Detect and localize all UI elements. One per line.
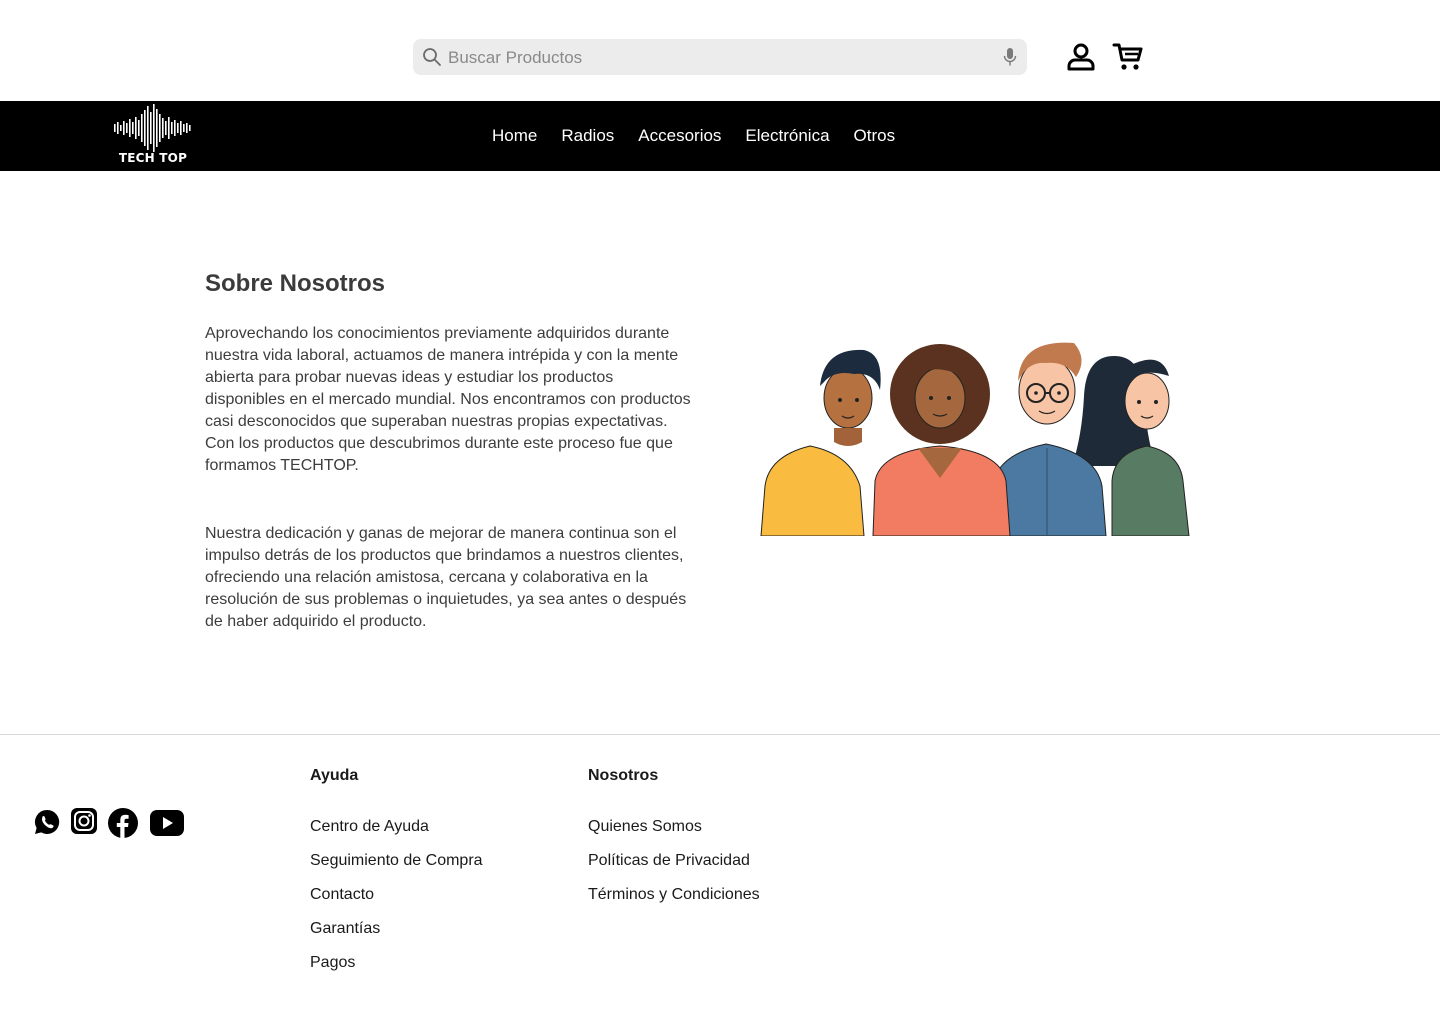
- about-paragraph-2: Nuestra dedicación y ganas de mejorar de…: [205, 525, 687, 630]
- footer-link-garantias[interactable]: Garantías: [310, 920, 380, 938]
- search-icon: [423, 48, 441, 66]
- user-icon[interactable]: [1066, 42, 1096, 72]
- footer-help-title: Ayuda: [310, 767, 359, 784]
- youtube-icon[interactable]: [150, 808, 184, 838]
- footer-about-title: Nosotros: [588, 767, 659, 784]
- cart-icon[interactable]: [1112, 42, 1144, 72]
- whatsapp-icon[interactable]: [33, 808, 61, 836]
- facebook-icon[interactable]: [108, 808, 138, 838]
- microphone-icon[interactable]: [1001, 47, 1019, 67]
- nav-accesorios[interactable]: Accesorios: [626, 126, 733, 146]
- footer-link-terminos[interactable]: Términos y Condiciones: [588, 886, 760, 904]
- search-input[interactable]: [446, 39, 1000, 77]
- footer-divider: [0, 734, 1440, 735]
- footer-link-centro-ayuda[interactable]: Centro de Ayuda: [310, 818, 429, 836]
- about-title: Sobre Nosotros: [205, 270, 386, 297]
- person-woman-curly: [872, 344, 1011, 536]
- about-paragraph-1: Aprovechando los conocimientos previamen…: [205, 325, 691, 474]
- footer-link-pagos[interactable]: Pagos: [310, 954, 355, 972]
- search-bar[interactable]: [413, 39, 1027, 77]
- footer-link-privacidad[interactable]: Políticas de Privacidad: [588, 852, 750, 870]
- footer-link-seguimiento-compra[interactable]: Seguimiento de Compra: [310, 852, 483, 870]
- footer-link-quienes-somos[interactable]: Quienes Somos: [588, 818, 702, 836]
- soundwave-logo-icon: [114, 104, 191, 152]
- techtop-logo[interactable]: TECH TOP: [112, 104, 194, 166]
- nav-menu: Home Radios Accesorios Electrónica Otros: [480, 101, 907, 171]
- top-bar: [0, 0, 1440, 101]
- nav-home[interactable]: Home: [480, 126, 549, 146]
- nav-otros[interactable]: Otros: [842, 126, 908, 146]
- nav-radios[interactable]: Radios: [549, 126, 626, 146]
- nav-electronica[interactable]: Electrónica: [733, 126, 841, 146]
- person-man-left: [760, 349, 881, 536]
- logo-text: TECH TOP: [118, 151, 188, 165]
- footer-link-contacto[interactable]: Contacto: [310, 886, 374, 904]
- instagram-icon[interactable]: [71, 808, 97, 834]
- team-illustration: [760, 342, 1190, 536]
